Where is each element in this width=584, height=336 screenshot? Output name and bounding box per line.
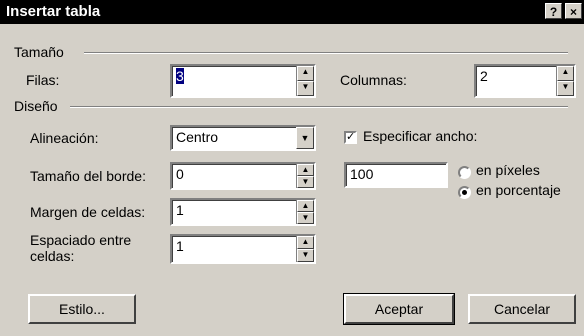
- spin-down-icon[interactable]: ▼: [557, 81, 574, 96]
- help-button[interactable]: ?: [545, 3, 562, 19]
- padding-input[interactable]: 1 ▲ ▼: [170, 198, 316, 226]
- cancel-button[interactable]: Cancelar: [468, 294, 576, 324]
- padding-spinner[interactable]: ▲ ▼: [296, 200, 314, 224]
- cols-input[interactable]: 2 ▲ ▼: [474, 64, 576, 98]
- rows-spinner[interactable]: ▲ ▼: [296, 66, 314, 96]
- insert-table-dialog: Insertar tabla ? × Tamaño Filas: 3 ▲ ▼ C…: [0, 0, 584, 336]
- size-separator: [84, 52, 568, 54]
- layout-section-title: Diseño: [14, 98, 58, 114]
- size-section-title: Tamaño: [14, 44, 64, 60]
- spin-up-icon[interactable]: ▲: [297, 200, 314, 212]
- spacing-label-line1: Espaciado entre: [30, 232, 132, 248]
- align-select[interactable]: Centro ▼: [170, 125, 316, 151]
- rows-label: Filas:: [26, 72, 60, 88]
- rows-value: 3: [176, 68, 184, 84]
- padding-value: 1: [176, 202, 184, 218]
- dropdown-arrow-icon[interactable]: ▼: [296, 127, 314, 149]
- border-value: 0: [176, 166, 184, 182]
- spin-down-icon[interactable]: ▼: [297, 249, 314, 262]
- border-label: Tamaño del borde:: [30, 168, 146, 184]
- spacing-value: 1: [176, 238, 184, 254]
- cols-label: Columnas:: [340, 72, 407, 88]
- spin-up-icon[interactable]: ▲: [297, 66, 314, 81]
- spin-down-icon[interactable]: ▼: [297, 81, 314, 96]
- percent-label: en porcentaje: [476, 182, 561, 198]
- accept-button[interactable]: Aceptar: [343, 293, 455, 325]
- spacing-spinner[interactable]: ▲ ▼: [296, 236, 314, 262]
- layout-separator: [70, 106, 568, 108]
- spacing-label-line2: celdas:: [30, 248, 75, 264]
- spin-up-icon[interactable]: ▲: [297, 236, 314, 249]
- border-spinner[interactable]: ▲ ▼: [296, 164, 314, 188]
- close-button[interactable]: ×: [565, 3, 582, 19]
- pixels-radio[interactable]: [458, 166, 471, 179]
- dialog-title: Insertar tabla: [6, 3, 101, 20]
- spin-up-icon[interactable]: ▲: [297, 164, 314, 176]
- spin-up-icon[interactable]: ▲: [557, 66, 574, 81]
- style-button[interactable]: Estilo...: [28, 294, 136, 324]
- pixels-label: en píxeles: [476, 162, 540, 178]
- spacing-input[interactable]: 1 ▲ ▼: [170, 234, 316, 264]
- width-checkbox[interactable]: ✓: [344, 131, 357, 144]
- cols-spinner[interactable]: ▲ ▼: [556, 66, 574, 96]
- width-value: 100: [350, 166, 374, 182]
- title-bar: Insertar tabla ? ×: [0, 0, 584, 24]
- rows-input[interactable]: 3 ▲ ▼: [170, 64, 316, 98]
- percent-radio[interactable]: [458, 186, 471, 199]
- padding-label: Margen de celdas:: [30, 204, 146, 220]
- align-value: Centro: [176, 129, 219, 145]
- width-input[interactable]: 100: [344, 162, 448, 188]
- spin-down-icon[interactable]: ▼: [297, 176, 314, 188]
- align-label: Alineación:: [30, 130, 99, 146]
- spin-down-icon[interactable]: ▼: [297, 212, 314, 224]
- border-input[interactable]: 0 ▲ ▼: [170, 162, 316, 190]
- cols-value: 2: [480, 68, 488, 84]
- width-check-label: Especificar ancho:: [363, 128, 478, 144]
